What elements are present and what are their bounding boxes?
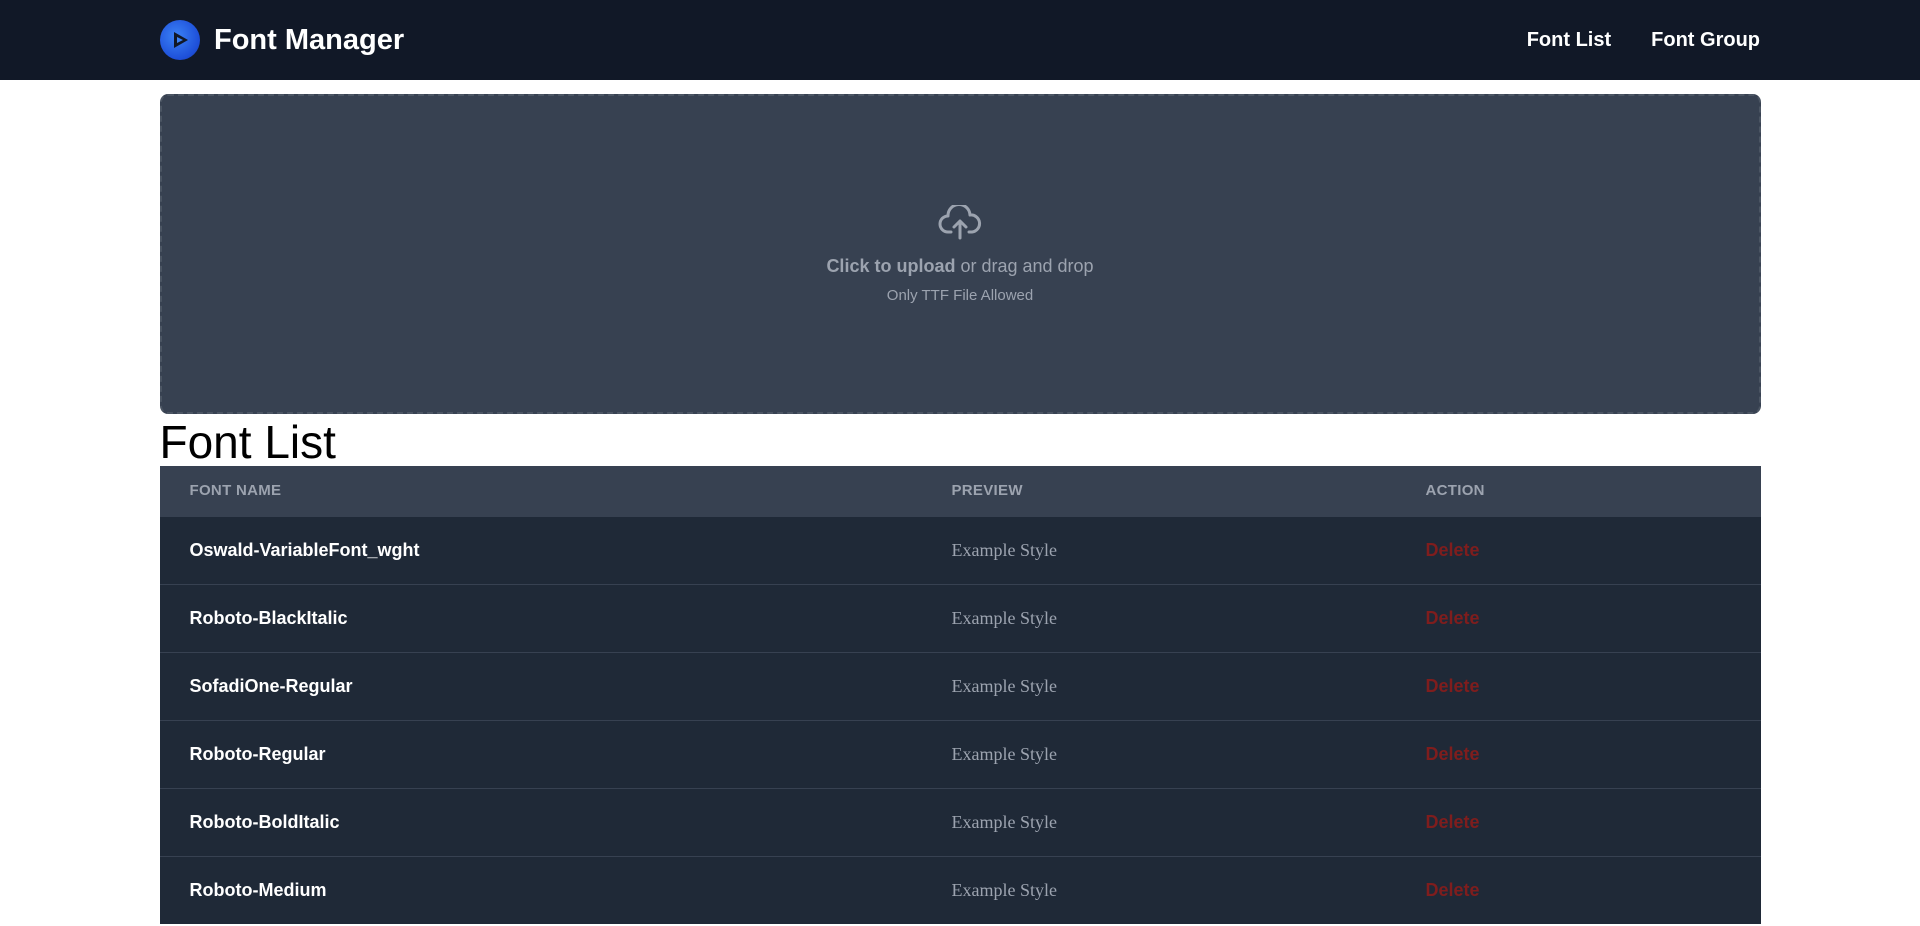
drag-drop-label: or drag and drop [955,255,1094,276]
app-logo-icon [160,20,200,60]
delete-button[interactable]: Delete [1426,812,1480,832]
table-row: SofadiOne-Regular Example Style Delete [159,652,1761,720]
delete-button[interactable]: Delete [1426,608,1480,628]
font-preview-cell: Example Style [951,539,1057,560]
font-name-cell: Roboto-Medium [189,879,327,900]
upload-instruction: Click to upload or drag and drop [826,256,1093,277]
main-content: Click to upload or drag and drop Only TT… [159,94,1761,924]
cloud-upload-icon [938,202,982,246]
font-preview-cell: Example Style [951,675,1057,696]
font-name-cell: SofadiOne-Regular [189,675,353,696]
click-to-upload-label[interactable]: Click to upload [826,256,955,276]
brand[interactable]: Font Manager [160,20,404,60]
table-row: Roboto-Medium Example Style Delete [159,856,1761,924]
column-header-font-name: FONT NAME [189,482,282,500]
column-header-action: ACTION [1425,482,1485,500]
table-row: Roboto-BlackItalic Example Style Delete [159,584,1761,652]
font-name-cell: Oswald-VariableFont_wght [189,539,420,560]
nav-font-group[interactable]: Font Group [1651,29,1760,52]
delete-button[interactable]: Delete [1426,744,1480,764]
font-name-cell: Roboto-BoldItalic [189,811,340,832]
font-name-cell: Roboto-Regular [189,743,326,764]
delete-button[interactable]: Delete [1426,676,1480,696]
table-header-row: FONT NAME PREVIEW ACTION [159,466,1761,516]
navbar: Font Manager Font List Font Group [0,0,1920,80]
font-name-cell: Roboto-BlackItalic [189,607,348,628]
font-preview-cell: Example Style [951,607,1057,628]
table-row: Oswald-VariableFont_wght Example Style D… [159,516,1761,584]
delete-button[interactable]: Delete [1426,880,1480,900]
font-preview-cell: Example Style [951,811,1057,832]
app-title: Font Manager [214,23,405,56]
page-title: Font List [159,416,336,468]
table-row: Roboto-Regular Example Style Delete [159,720,1761,788]
nav-font-list[interactable]: Font List [1527,29,1611,52]
table-row: Roboto-BoldItalic Example Style Delete [159,788,1761,856]
column-header-preview: PREVIEW [951,482,1023,500]
font-table: FONT NAME PREVIEW ACTION Oswald-Variable… [159,466,1761,924]
delete-button[interactable]: Delete [1426,540,1480,560]
upload-hint: Only TTF File Allowed [886,286,1034,304]
font-preview-cell: Example Style [951,879,1057,900]
main-nav: Font List Font Group [1527,29,1760,52]
font-preview-cell: Example Style [951,743,1057,764]
upload-dropzone[interactable]: Click to upload or drag and drop Only TT… [159,94,1761,414]
